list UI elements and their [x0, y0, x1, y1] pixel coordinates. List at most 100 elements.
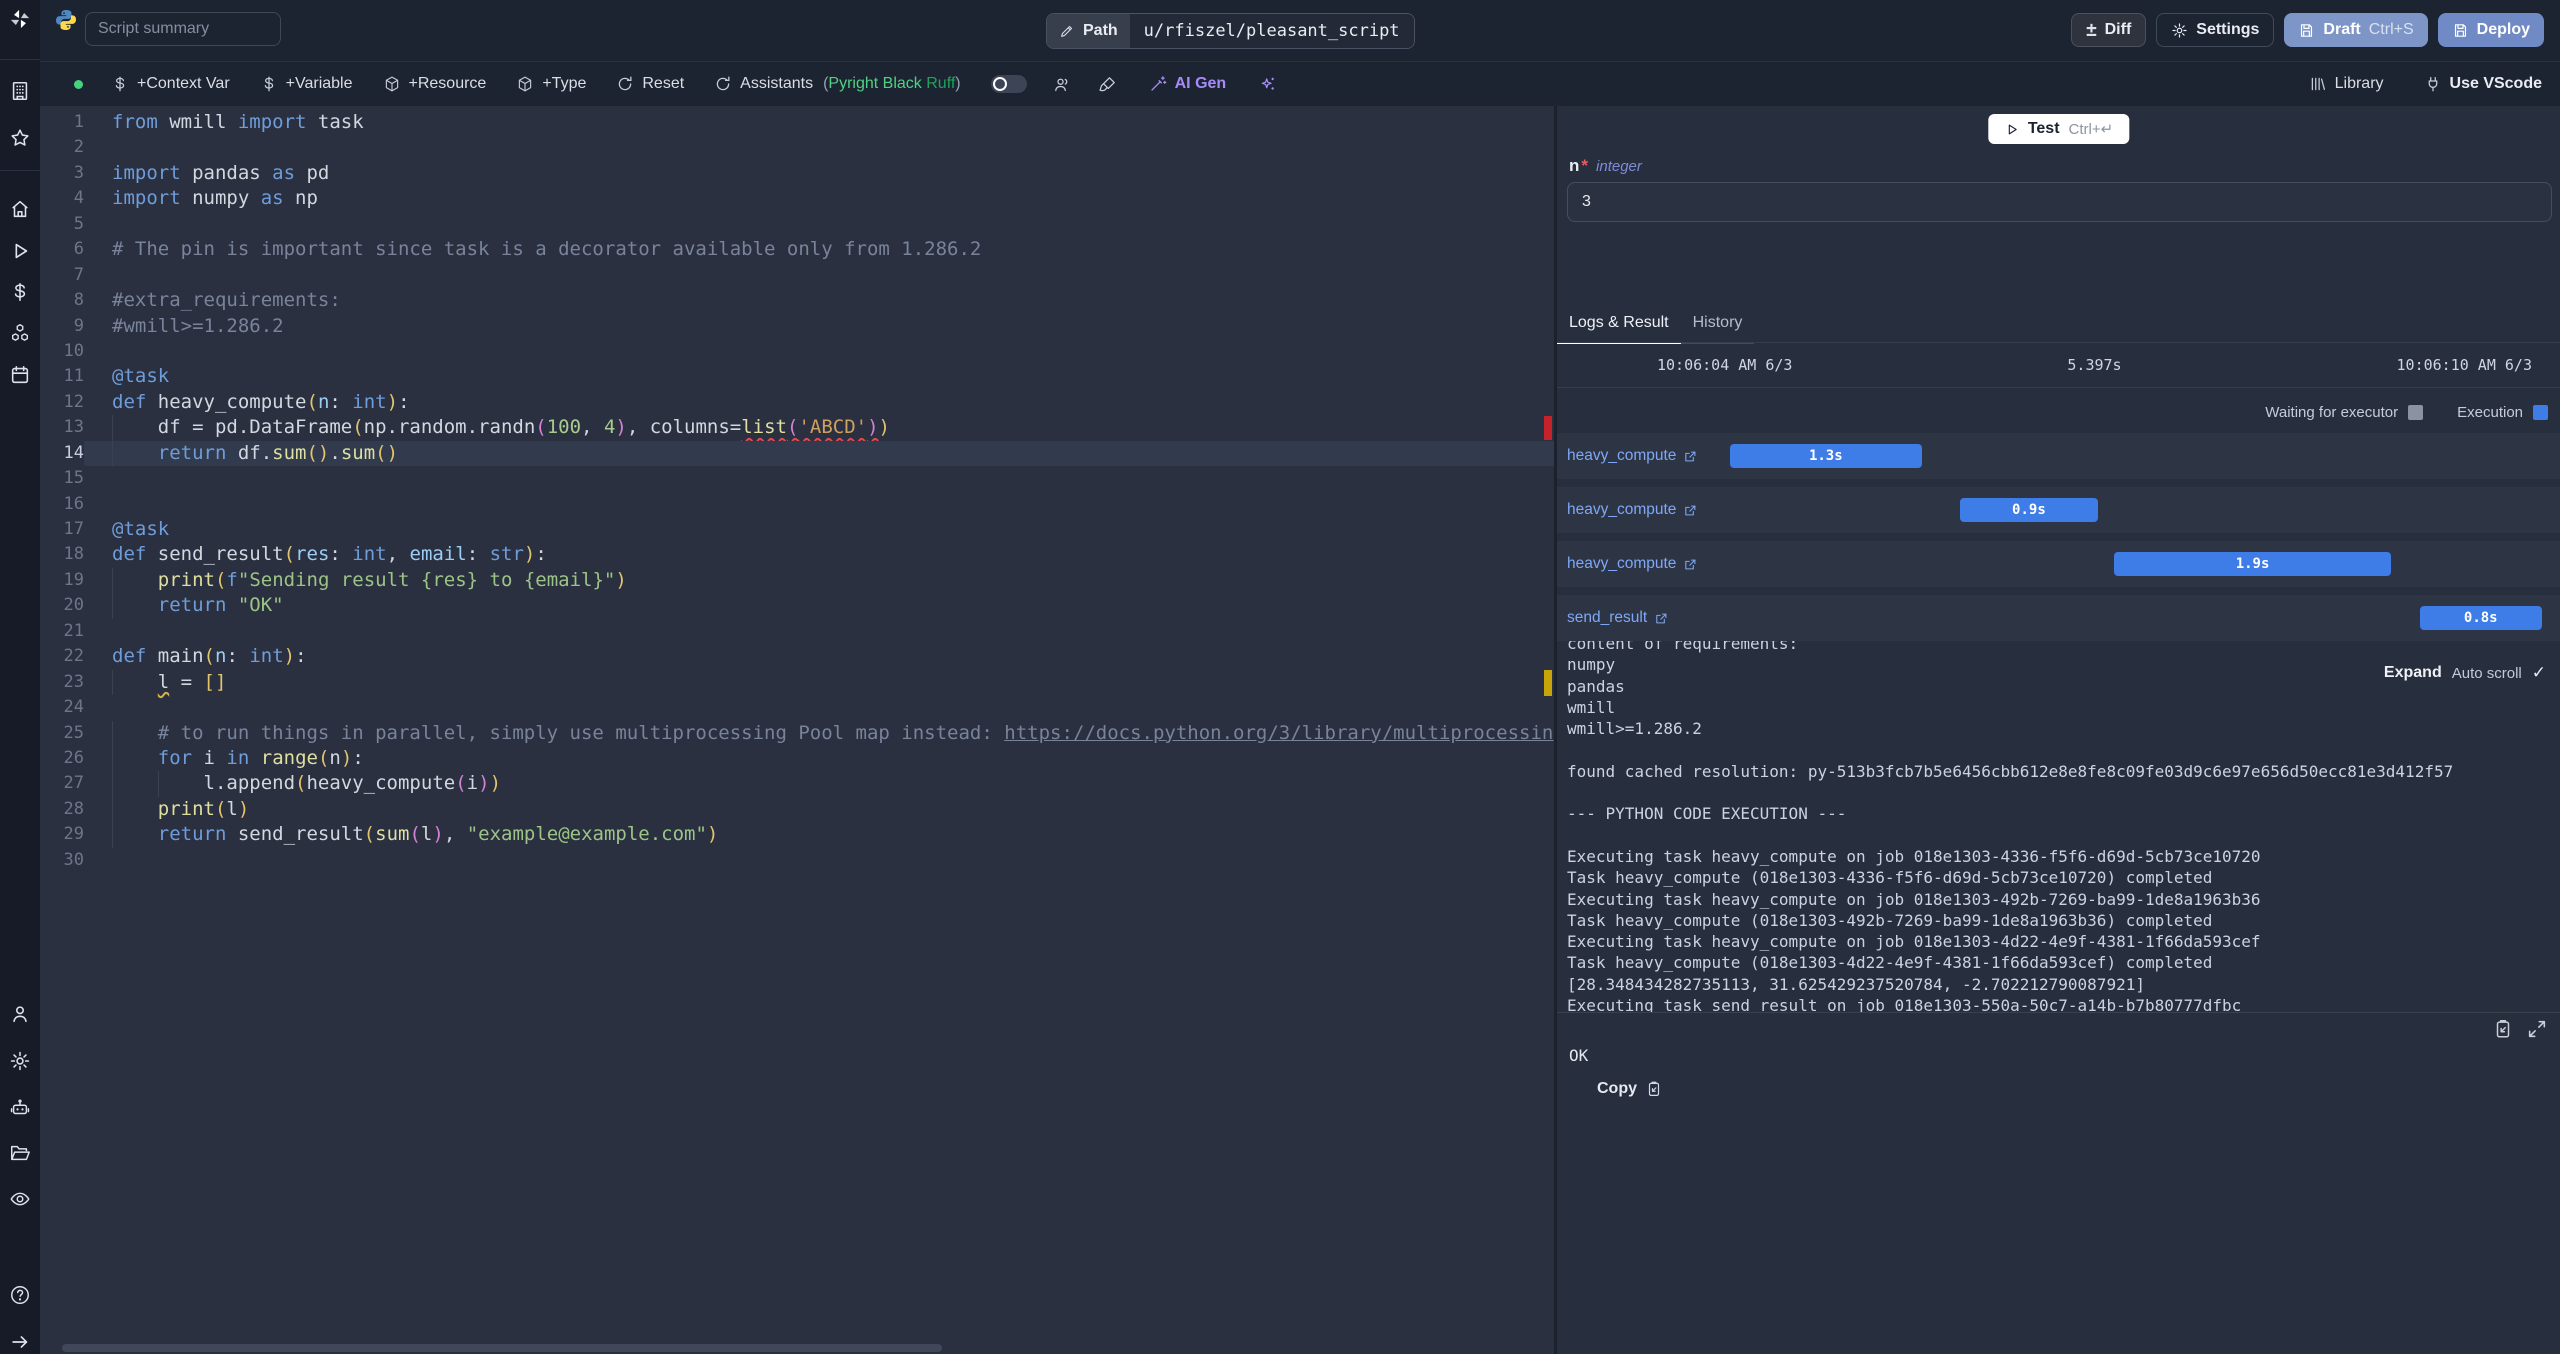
code-line-9[interactable]: 9 #wmill>=1.286.2	[40, 314, 1554, 339]
library-button[interactable]: Library	[2309, 75, 2384, 93]
result-actions	[2492, 1018, 2548, 1040]
clipboard-icon[interactable]	[2492, 1018, 2514, 1040]
code-line-3[interactable]: 3 import pandas as pd	[40, 161, 1554, 186]
arrow-right-icon[interactable]	[9, 1331, 31, 1353]
check-icon[interactable]: ✓	[2532, 663, 2546, 683]
code-line-22[interactable]: 22 def main(n: int):	[40, 644, 1554, 669]
code-line-27[interactable]: 27 l.append(heavy_compute(i))	[40, 771, 1554, 797]
job-link-heavy_compute[interactable]: heavy_compute	[1567, 487, 1698, 533]
toolbar-item-assistants[interactable]: Assistants (Pyright Black Ruff)	[714, 75, 961, 93]
log-lines: content of requirements: numpy pandas wm…	[1567, 641, 2454, 1012]
code-line-6[interactable]: 6 # The pin is important since task is a …	[40, 237, 1554, 262]
line-number: 12	[63, 391, 84, 412]
logs-output[interactable]: content of requirements: numpy pandas wm…	[1557, 641, 2560, 1012]
code-line-18[interactable]: 18 def send_result(res: int, email: str):	[40, 542, 1554, 567]
code-line-29[interactable]: 29 return send_result(sum(l), "example@e…	[40, 822, 1554, 848]
star-icon[interactable]	[9, 127, 31, 149]
maximize-icon[interactable]	[2526, 1018, 2548, 1040]
line-number: 3	[73, 162, 84, 183]
line-number: 22	[63, 646, 84, 667]
code-line-5[interactable]: 5	[40, 212, 1554, 237]
test-shortcut: Ctrl+↵	[2068, 121, 2114, 138]
code-line-17[interactable]: 17 @task	[40, 517, 1554, 542]
line-number: 13	[63, 417, 84, 438]
code-line-19[interactable]: 19 print(f"Sending result {res} to {emai…	[40, 567, 1554, 594]
code-line-21[interactable]: 21	[40, 619, 1554, 644]
path-chip[interactable]: Path u/rfiszel/pleasant_script	[1046, 13, 1415, 49]
code-line-4[interactable]: 4 import numpy as np	[40, 186, 1554, 211]
cubes-icon[interactable]	[9, 322, 31, 344]
windmill-logo[interactable]	[9, 8, 31, 30]
eye-icon[interactable]	[9, 1188, 31, 1210]
building-icon[interactable]	[9, 80, 31, 102]
toolbar-item-resource[interactable]: +Resource	[383, 75, 486, 93]
code-line-25[interactable]: 25 # to run things in parallel, simply u…	[40, 720, 1554, 746]
code-line-14[interactable]: 14 return df.sum().sum()	[40, 440, 1554, 467]
toolbar-item-reset[interactable]: Reset	[616, 75, 684, 93]
code-line-30[interactable]: 30	[40, 848, 1554, 873]
arg-n-input[interactable]	[1567, 182, 2552, 222]
robot-icon[interactable]	[9, 1097, 31, 1119]
result-value: OK	[1569, 1046, 1589, 1065]
sparkles-icon[interactable]	[1258, 75, 1277, 94]
settings-button[interactable]: Settings	[2156, 13, 2275, 47]
code-line-2[interactable]: 2	[40, 135, 1554, 160]
legend-label: Execution	[2457, 403, 2523, 421]
toolbar-item-type[interactable]: +Type	[516, 75, 586, 93]
topbar: Path u/rfiszel/pleasant_script ± Diff Se…	[40, 0, 2560, 62]
line-number: 2	[73, 137, 84, 158]
horizontal-scrollbar[interactable]	[62, 1344, 942, 1352]
code-line-7[interactable]: 7	[40, 263, 1554, 288]
line-number: 18	[63, 544, 84, 565]
code-line-26[interactable]: 26 for i in range(n):	[40, 745, 1554, 772]
use-vscode-button[interactable]: Use VScode	[2424, 75, 2542, 93]
home-icon[interactable]	[9, 198, 31, 220]
line-number: 17	[63, 519, 84, 539]
tab-logs-result[interactable]: Logs & Result	[1557, 308, 1681, 344]
code-line-16[interactable]: 16	[40, 492, 1554, 517]
code-line-24[interactable]: 24	[40, 695, 1554, 720]
expand-logs-button[interactable]: Expand	[2384, 664, 2442, 682]
dollar-icon[interactable]	[9, 281, 31, 303]
draft-button[interactable]: Draft Ctrl+S	[2284, 13, 2428, 47]
code-line-8[interactable]: 8 #extra_requirements:	[40, 288, 1554, 313]
users-icon[interactable]	[1053, 75, 1072, 94]
reset-icon	[616, 75, 634, 93]
play-icon[interactable]	[9, 240, 31, 262]
calendar-icon[interactable]	[9, 364, 31, 386]
run-panel: Test Ctrl+↵ n* integer Logs & ResultHist…	[1554, 106, 2560, 1354]
job-link-send_result[interactable]: send_result	[1567, 595, 1669, 641]
ai-gen-button[interactable]: AI Gen	[1143, 74, 1233, 94]
path-edit-button[interactable]: Path	[1047, 14, 1130, 48]
autoscroll-label: Auto scroll	[2451, 664, 2522, 682]
deploy-button[interactable]: Deploy	[2437, 13, 2544, 47]
diff-button[interactable]: ± Diff	[2071, 13, 2147, 47]
script-summary-input[interactable]	[85, 12, 281, 46]
folder-icon[interactable]	[9, 1142, 31, 1164]
script-status-dot	[74, 79, 83, 89]
execution-bar: 0.9s	[1960, 498, 2098, 522]
tab-history[interactable]: History	[1680, 308, 1755, 344]
help-icon[interactable]	[9, 1284, 31, 1306]
copy-result-button[interactable]: Copy	[1597, 1080, 1663, 1098]
code-line-13[interactable]: 13 df = pd.DataFrame(np.random.randn(100…	[40, 415, 1554, 441]
job-link-heavy_compute[interactable]: heavy_compute	[1567, 541, 1698, 587]
brush-icon[interactable]	[1098, 75, 1117, 94]
code-line-1[interactable]: 1 from wmill import task	[40, 110, 1554, 135]
code-line-28[interactable]: 28 print(l)	[40, 796, 1554, 823]
code-editor[interactable]: 1 from wmill import task 2 3 import pandas a…	[40, 106, 1554, 1354]
code-line-12[interactable]: 12 def heavy_compute(n: int):	[40, 390, 1554, 415]
job-link-heavy_compute[interactable]: heavy_compute	[1567, 433, 1698, 479]
test-button[interactable]: Test Ctrl+↵	[1987, 114, 2130, 144]
gear-icon[interactable]	[9, 1050, 31, 1072]
toolbar-item-variable[interactable]: +Variable	[260, 75, 353, 93]
code-line-11[interactable]: 11 @task	[40, 364, 1554, 389]
code-line-23[interactable]: 23 l = []	[40, 669, 1554, 696]
user-icon[interactable]	[9, 1003, 31, 1025]
line-number: 27	[63, 773, 84, 794]
code-line-20[interactable]: 20 return "OK"	[40, 593, 1554, 619]
toolbar-item-context-var[interactable]: +Context Var	[111, 75, 230, 93]
code-line-15[interactable]: 15	[40, 466, 1554, 491]
code-line-10[interactable]: 10	[40, 339, 1554, 364]
assistant-toggle[interactable]	[990, 75, 1027, 93]
